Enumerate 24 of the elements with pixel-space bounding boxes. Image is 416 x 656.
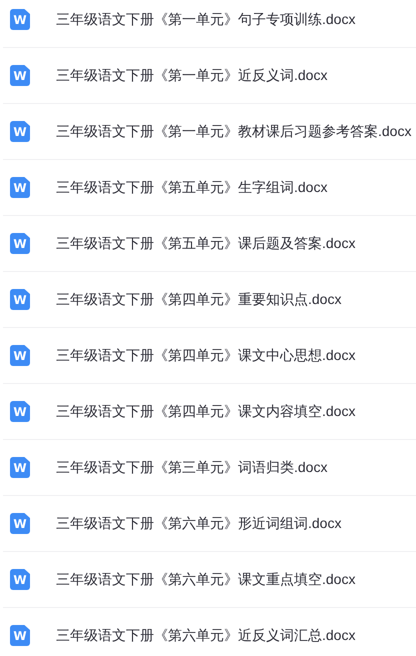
file-name[interactable]: 三年级语文下册《第一单元》句子专项训练.docx: [56, 10, 356, 28]
document-icon: W: [10, 289, 30, 310]
file-name[interactable]: 三年级语文下册《第三单元》词语归类.docx: [56, 458, 328, 476]
file-name[interactable]: 三年级语文下册《第六单元》近反义词汇总.docx: [56, 626, 356, 644]
file-name[interactable]: 三年级语文下册《第五单元》课后题及答案.docx: [56, 234, 356, 252]
document-icon: W: [10, 513, 30, 534]
file-name[interactable]: 三年级语文下册《第四单元》课文内容填空.docx: [56, 402, 356, 420]
document-icon: W: [10, 625, 30, 646]
document-icon: W: [10, 121, 30, 142]
document-icon: W: [10, 457, 30, 478]
document-icon: W: [10, 233, 30, 254]
file-name[interactable]: 三年级语文下册《第五单元》生字组词.docx: [56, 178, 328, 196]
file-name[interactable]: 三年级语文下册《第一单元》教材课后习题参考答案.docx: [56, 122, 412, 140]
file-name[interactable]: 三年级语文下册《第六单元》形近词组词.docx: [56, 514, 342, 532]
document-icon: W: [10, 569, 30, 590]
file-name[interactable]: 三年级语文下册《第四单元》课文中心思想.docx: [56, 346, 356, 364]
document-icon: W: [10, 401, 30, 422]
document-icon: W: [10, 177, 30, 198]
file-name[interactable]: 三年级语文下册《第四单元》重要知识点.docx: [56, 290, 342, 308]
file-name[interactable]: 三年级语文下册《第一单元》近反义词.docx: [56, 66, 328, 84]
file-name[interactable]: 三年级语文下册《第六单元》课文重点填空.docx: [56, 570, 356, 588]
document-icon: W: [10, 65, 30, 86]
document-icon: W: [10, 9, 30, 30]
document-icon: W: [10, 345, 30, 366]
